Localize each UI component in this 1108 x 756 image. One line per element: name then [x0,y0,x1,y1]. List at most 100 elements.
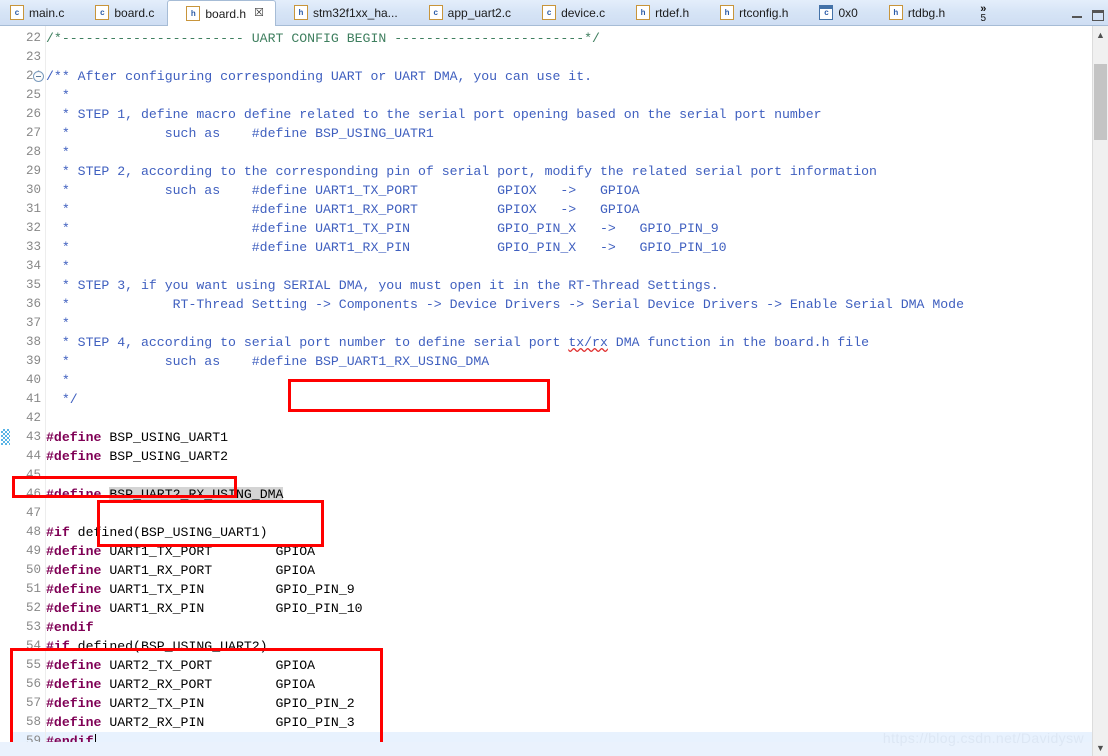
code-line: #define BSP_USING_UART1 [46,428,228,447]
c-file-icon: c [819,5,833,20]
editor-tab-board-c[interactable]: c board.c [77,0,167,25]
line-number: 34 [26,257,41,276]
code-token: */ [46,392,78,407]
line-number: 31 [26,200,41,219]
code-line: #define BSP_USING_UART2 [46,447,228,466]
code-token: * [46,88,70,103]
line-number: 39 [26,352,41,371]
code-line: #define UART2_RX_PORT GPIOA [46,675,315,694]
code-token: * STEP 1, define macro define related to… [46,107,822,122]
close-icon[interactable]: ☒ [254,8,264,19]
code-token: * such as #define UART1_TX_PORT GPIOX ->… [46,183,640,198]
code-token: defined(BSP_USING_UART2) [70,639,268,654]
code-line: * STEP 3, if you want using SERIAL DMA, … [46,276,719,295]
code-line: * #define UART1_TX_PIN GPIO_PIN_X -> GPI… [46,219,719,238]
line-number: 38 [26,333,41,352]
code-token: BSP_USING_UART1 [101,430,228,445]
code-editor[interactable]: 2223242526272829303132333435363738394041… [0,26,1108,756]
line-number: 58 [26,713,41,732]
tab-overflow-chevron-icon[interactable]: »5 [980,5,986,25]
code-token: * #define UART1_RX_PIN GPIO_PIN_X -> GPI… [46,240,727,255]
line-number: 42 [26,409,41,428]
line-number: 56 [26,675,41,694]
line-number-gutter: 2223242526272829303132333435363738394041… [12,26,45,756]
code-line: #if defined(BSP_USING_UART2) [46,637,268,656]
editor-tab-label: rtconfig.h [739,6,790,20]
code-token: * such as #define BSP_USING_UATR1 [46,126,434,141]
editor-tab-label: rtdef.h [655,6,691,20]
code-line: * RT-Thread Setting -> Components -> Dev… [46,295,964,314]
editor-tab-label: device.c [561,6,607,20]
code-token: * #define UART1_TX_PIN GPIO_PIN_X -> GPI… [46,221,719,236]
code-token: UART2_RX_PORT GPIOA [101,677,315,692]
code-token: UART1_TX_PORT GPIOA [101,544,315,559]
editor-tab-label: board.c [114,6,156,20]
code-token: #define [46,715,101,730]
code-token: #define [46,487,101,502]
vertical-scroll-thumb[interactable] [1094,64,1107,140]
minimize-button[interactable] [1070,9,1084,21]
code-token: /*----------------------- UART CONFIG BE… [46,31,600,46]
code-line: #endif [46,618,93,637]
c-file-icon: c [95,5,109,20]
c-file-icon: c [10,5,24,20]
watermark-text: https://blog.csdn.net/Davidysw [883,730,1084,746]
editor-tab-rtconfig-h[interactable]: hrtconfig.h [702,0,801,25]
maximize-button[interactable] [1092,10,1104,21]
line-number: 33 [26,238,41,257]
h-file-icon: h [636,5,650,20]
editor-tab-0x0[interactable]: c 0x0 [801,0,870,25]
editor-tab-device-c[interactable]: c device.c [524,0,618,25]
c-file-icon: c [542,5,556,20]
editor-tab-rtdbg-h[interactable]: hrtdbg.h [871,0,958,25]
c-file-icon: c [429,5,443,20]
line-number: 45 [26,466,41,485]
code-token: #define [46,696,101,711]
code-line: * [46,86,70,105]
code-token: defined(BSP_USING_UART1) [70,525,268,540]
editor-tab-main-c[interactable]: c main.c [0,0,77,25]
code-token: #define [46,449,101,464]
code-line: /** After configuring corresponding UART… [46,67,592,86]
code-line: * #define UART1_RX_PORT GPIOX -> GPIOA [46,200,640,219]
code-line: * [46,371,70,390]
editor-tab-app-uart2-c[interactable]: c app_uart2.c [411,0,524,25]
code-token: * [46,373,70,388]
change-marker [1,429,10,445]
scroll-down-button[interactable]: ▼ [1093,739,1108,756]
scroll-up-button[interactable]: ▲ [1093,26,1108,43]
code-line: #define BSP_UART2_RX_USING_DMA [46,485,283,504]
editor-tab-board-h[interactable]: hboard.h☒ [167,0,276,26]
line-number: 55 [26,656,41,675]
code-line: * such as #define UART1_TX_PORT GPIOX ->… [46,181,640,200]
vertical-scrollbar[interactable]: ▲ ▼ [1092,26,1108,756]
code-line: #define UART2_RX_PIN GPIO_PIN_3 [46,713,355,732]
code-text-area[interactable]: /*----------------------- UART CONFIG BE… [46,26,1092,756]
editor-tab-label: main.c [29,6,66,20]
code-line: #if defined(BSP_USING_UART1) [46,523,268,542]
line-number: 47 [26,504,41,523]
code-token: UART2_TX_PORT GPIOA [101,658,315,673]
code-line: #define UART1_RX_PIN GPIO_PIN_10 [46,599,363,618]
editor-tab-rtdef-h[interactable]: h rtdef.h [618,0,702,25]
line-number: 27 [26,124,41,143]
editor-tab-label: 0x0 [838,6,859,20]
line-number: 51 [26,580,41,599]
code-token: UART2_RX_PIN GPIO_PIN_3 [101,715,354,730]
code-line: * such as #define BSP_USING_UATR1 [46,124,434,143]
code-token: #define [46,563,101,578]
code-token: * such as #define BSP_UART1_RX_USING_DMA [46,354,489,369]
code-fold-collapse-icon[interactable] [33,71,44,82]
code-token: BSP_USING_UART2 [101,449,228,464]
line-number: 44 [26,447,41,466]
editor-tab-label: board.h [205,7,248,21]
editor-tab-label: app_uart2.c [448,6,513,20]
code-token: #if [46,525,70,540]
line-number: 50 [26,561,41,580]
code-line: #define UART1_TX_PIN GPIO_PIN_9 [46,580,355,599]
code-line: /*----------------------- UART CONFIG BE… [46,29,600,48]
code-token: * [46,316,70,331]
line-number: 43 [26,428,41,447]
editor-tab-stm32f1xx-ha-[interactable]: hstm32f1xx_ha... [276,0,411,25]
line-number: 30 [26,181,41,200]
